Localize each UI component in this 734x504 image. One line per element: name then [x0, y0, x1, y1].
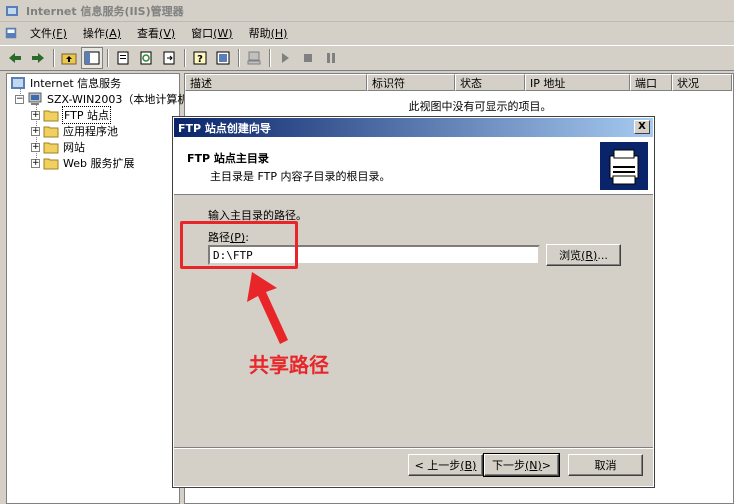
- computer-icon: [247, 51, 261, 65]
- column-ip-address[interactable]: IP 地址: [525, 74, 630, 91]
- expand-toggle[interactable]: +: [31, 126, 40, 136]
- play-icon: [282, 53, 289, 63]
- refresh-button[interactable]: [135, 47, 157, 69]
- menu-help[interactable]: 帮助 (H): [241, 23, 296, 43]
- export-icon: [163, 51, 175, 65]
- forward-icon: [32, 53, 44, 63]
- menu-action[interactable]: 操作 (A): [75, 23, 129, 43]
- pause-icon: [327, 53, 335, 63]
- dialog-separator: [174, 447, 653, 449]
- toolbar-separator: [107, 49, 109, 67]
- menu-bar: 文件 (F) 操作 (A) 查看 (V) 窗口 (W) 帮助 (H): [0, 22, 734, 44]
- annotation-arrow-icon: [247, 272, 288, 344]
- folder-icon: [43, 126, 59, 138]
- tree-item-websites[interactable]: + 网站: [31, 139, 86, 155]
- wizard-header: FTP 站点主目录 主目录是 FTP 内容子目录的根目录。: [174, 137, 653, 195]
- menu-window[interactable]: 窗口 (W): [183, 23, 240, 43]
- wizard-subheading: 主目录是 FTP 内容子目录的根目录。: [210, 170, 391, 183]
- show-tree-icon: [84, 51, 100, 65]
- iis-app-icon: [6, 5, 18, 16]
- up-folder-icon: [61, 53, 77, 65]
- back-icon: [9, 53, 21, 63]
- back-step-button[interactable]: < 上一步 (B): [408, 454, 483, 476]
- annotation-label: 共享路径: [249, 353, 329, 377]
- export-list-button[interactable]: [158, 47, 180, 69]
- folder-icon: [43, 158, 59, 170]
- expand-toggle[interactable]: +: [31, 142, 40, 152]
- console-button[interactable]: [212, 47, 234, 69]
- toolbar-separator: [269, 49, 271, 67]
- toolbar-separator: [184, 49, 186, 67]
- tree-item-server[interactable]: − SZX-WIN2003（本地计算机: [15, 91, 189, 107]
- column-status[interactable]: 状况: [672, 74, 732, 91]
- annotation-highlight-box: [180, 221, 298, 269]
- expand-toggle[interactable]: +: [31, 110, 40, 120]
- column-port[interactable]: 端口: [630, 74, 672, 91]
- toolbar: ?: [0, 45, 734, 71]
- tree-item-web-extensions[interactable]: + Web 服务扩展: [31, 155, 135, 171]
- dialog-close-button[interactable]: X: [634, 120, 650, 134]
- column-description[interactable]: 描述: [185, 74, 367, 91]
- expand-toggle[interactable]: +: [31, 158, 40, 168]
- menu-view[interactable]: 查看 (V): [129, 23, 183, 43]
- stop-icon: [304, 54, 312, 62]
- pause-button[interactable]: [320, 47, 342, 69]
- console-tree: Internet 信息服务 − SZX-WIN2003（本地计算机 + FTP …: [6, 73, 188, 504]
- empty-list-message: 此视图中没有可显示的项目。: [408, 100, 552, 113]
- column-identifier[interactable]: 标识符: [367, 74, 455, 91]
- collapse-toggle[interactable]: −: [15, 94, 24, 104]
- properties-icon: [117, 51, 129, 65]
- toolbar-separator: [238, 49, 240, 67]
- forward-button[interactable]: [27, 47, 49, 69]
- up-one-level-button[interactable]: [58, 47, 80, 69]
- dialog-title: FTP 站点创建向导: [178, 121, 271, 135]
- next-step-button[interactable]: 下一步 (N) >: [483, 453, 560, 477]
- console-menu-icon[interactable]: [4, 26, 18, 40]
- toolbar-separator: [53, 49, 55, 67]
- help-button[interactable]: ?: [189, 47, 211, 69]
- column-state[interactable]: 状态: [455, 74, 525, 91]
- computer-button[interactable]: [243, 47, 265, 69]
- show-hide-tree-button[interactable]: [81, 47, 103, 69]
- window-titlebar: Internet 信息服务(IIS)管理器: [0, 0, 734, 22]
- start-button[interactable]: [274, 47, 296, 69]
- dialog-titlebar: FTP 站点创建向导: [174, 118, 653, 137]
- folder-icon: [43, 110, 59, 122]
- stop-button[interactable]: [297, 47, 319, 69]
- menu-file[interactable]: 文件 (F): [22, 23, 75, 43]
- console-icon: [216, 51, 230, 65]
- ftp-wizard-icon: [600, 142, 648, 190]
- properties-button[interactable]: [112, 47, 134, 69]
- tree-item-iis-root[interactable]: Internet 信息服务: [10, 75, 122, 91]
- back-button[interactable]: [4, 47, 26, 69]
- refresh-icon: [140, 51, 152, 65]
- list-header: 描述 标识符 状态 IP 地址 端口 状况: [185, 74, 732, 91]
- help-icon: ?: [193, 51, 207, 65]
- wizard-heading: FTP 站点主目录: [187, 152, 269, 165]
- tree-item-ftp-sites[interactable]: + FTP 站点: [31, 106, 111, 124]
- close-icon: X: [638, 121, 646, 132]
- folder-icon: [43, 142, 59, 154]
- tree-item-app-pools[interactable]: + 应用程序池: [31, 123, 119, 139]
- server-icon: [28, 92, 42, 105]
- browse-button[interactable]: 浏览 (R)...: [546, 244, 621, 266]
- cancel-button[interactable]: 取消: [568, 454, 643, 476]
- iis-icon: [11, 77, 25, 89]
- window-title: Internet 信息服务(IIS)管理器: [26, 4, 184, 18]
- svg-text:?: ?: [197, 54, 203, 65]
